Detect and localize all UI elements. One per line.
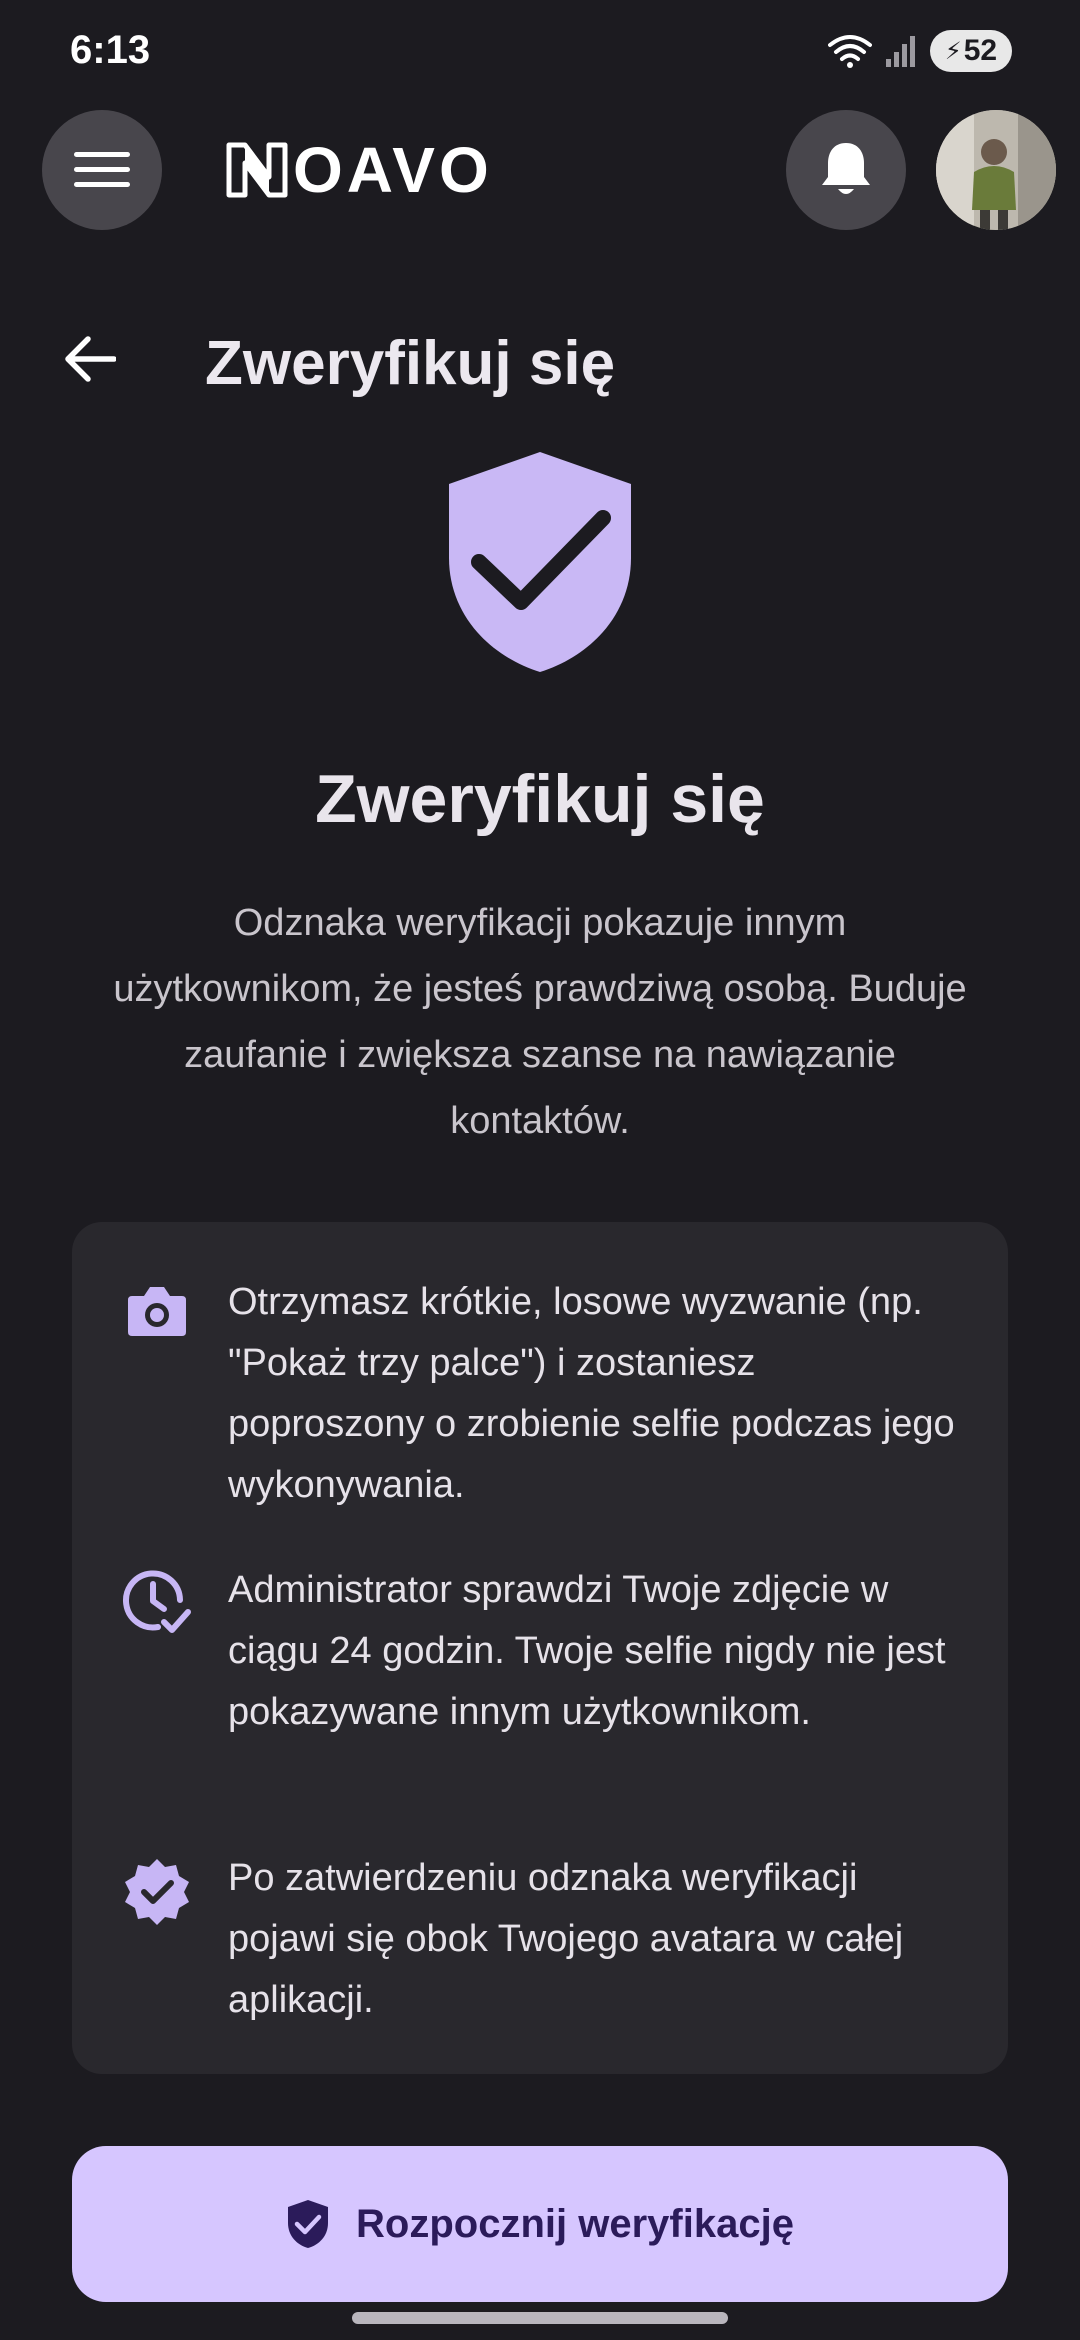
- hero-title: Zweryfikuj się: [315, 761, 765, 837]
- info-text-review: Administrator sprawdzi Twoje zdjęcie w c…: [228, 1569, 946, 1733]
- clock-check-icon: [123, 1570, 191, 1633]
- back-button[interactable]: [50, 324, 130, 394]
- logo-text: OAVO: [293, 134, 493, 206]
- shield-check-icon: [288, 2200, 329, 2248]
- avatar[interactable]: [936, 110, 1056, 230]
- bell-icon: [822, 143, 870, 194]
- status-bar: 6:13 ⚡ 52: [0, 0, 1080, 100]
- avatar-photo: [936, 110, 1056, 230]
- arrow-back-icon: [65, 336, 116, 382]
- app-logo[interactable]: OAVO: [225, 138, 493, 202]
- page-title: Zweryfikuj się: [205, 329, 616, 398]
- home-indicator[interactable]: [352, 2312, 728, 2324]
- signal-icon: [886, 36, 915, 67]
- menu-icon: [74, 152, 130, 187]
- bolt-icon: ⚡: [944, 37, 962, 65]
- start-verification-label: Rozpocznij weryfikację: [356, 2201, 794, 2246]
- hero-description: Odznaka weryfikacji pokazuje innym użytk…: [113, 902, 967, 1142]
- wifi-icon: [828, 35, 872, 68]
- status-icons: ⚡ 52: [828, 30, 1012, 72]
- battery-charging-icon: ⚡ 52: [930, 30, 1012, 72]
- menu-button[interactable]: [42, 110, 162, 230]
- info-card: Otrzymasz krótkie, losowe wyzwanie (np. …: [72, 1222, 1008, 2074]
- shield-check-icon: [449, 452, 631, 672]
- camera-icon: [128, 1287, 186, 1336]
- status-time: 6:13: [70, 28, 151, 72]
- info-text-challenge: Otrzymasz krótkie, losowe wyzwanie (np. …: [228, 1281, 955, 1506]
- app-bar: OAVO: [0, 110, 1080, 234]
- verification-screen: 6:13 ⚡ 52 OAVO Zweryfikuj się Zweryfikuj…: [0, 0, 1080, 2340]
- start-verification-button[interactable]: Rozpocznij weryfikację: [72, 2146, 1008, 2302]
- noavo-logo-icon: [226, 142, 288, 198]
- verified-badge-icon: [125, 1859, 189, 1925]
- battery-level: 52: [963, 34, 998, 67]
- info-text-badge: Po zatwierdzeniu odznaka weryfikacji poj…: [228, 1857, 904, 2021]
- notifications-button[interactable]: [786, 110, 906, 230]
- page-header: Zweryfikuj się: [0, 300, 1080, 420]
